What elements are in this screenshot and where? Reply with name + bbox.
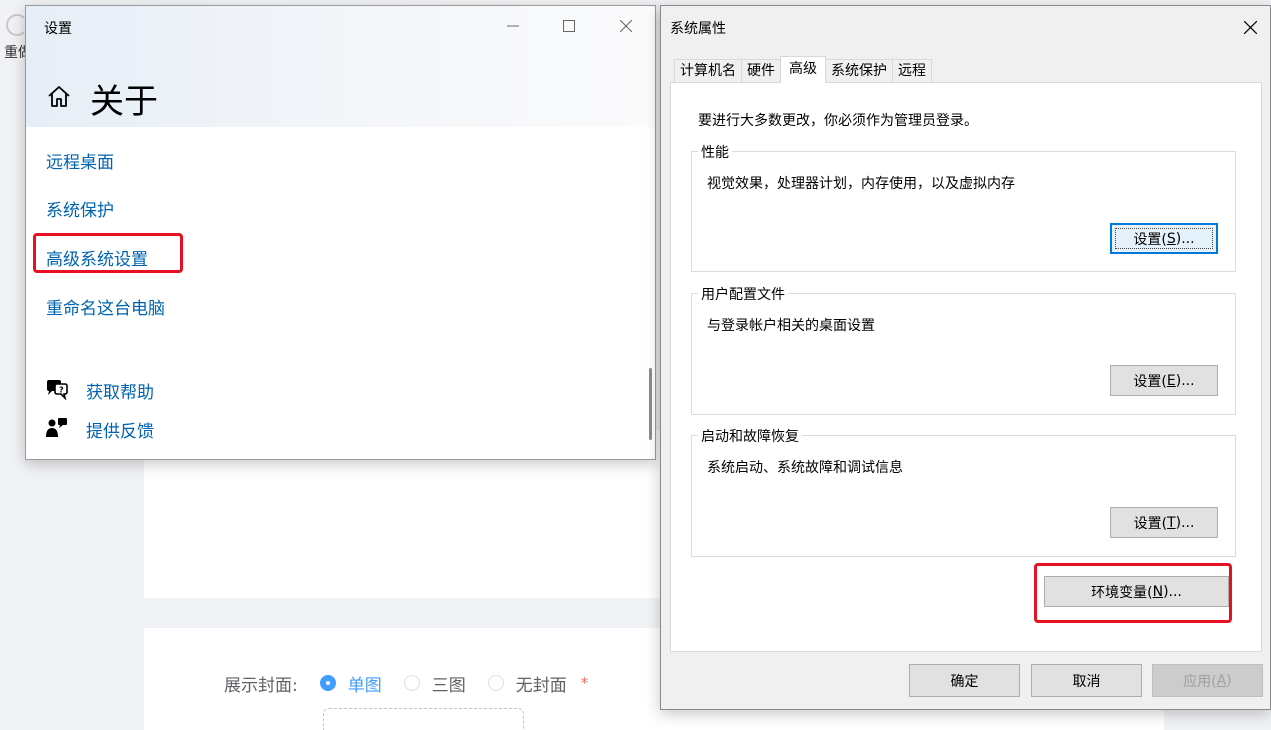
group-legend: 启动和故障恢复 (698, 426, 802, 446)
tab-strip: 计算机名 硬件 高级 系统保护 远程 (674, 56, 932, 83)
group-description: 系统启动、系统故障和调试信息 (707, 460, 903, 476)
tab-hardware[interactable]: 硬件 (741, 59, 781, 83)
startup-recovery-group: 启动和故障恢复 系统启动、系统故障和调试信息 设置(T)... (691, 426, 1236, 557)
radio-label: 无封面 (515, 675, 567, 696)
button-label-suffix: ) (1226, 672, 1232, 689)
ok-button[interactable]: 确定 (909, 664, 1020, 697)
close-icon (1243, 20, 1257, 34)
cover-option-row: 展示封面: 单图 三图 无封面 * (224, 671, 589, 696)
link-get-help[interactable]: 获取帮助 (86, 378, 154, 403)
cancel-button[interactable]: 取消 (1031, 664, 1142, 697)
link-rename-pc[interactable]: 重命名这台电脑 (46, 294, 165, 319)
radio-label: 单图 (347, 675, 382, 696)
highlight-box-environment-variables (1034, 563, 1232, 623)
minimize-icon (507, 25, 519, 27)
settings-window: 设置 关于 远程桌面 系统保护 高级系统设置 重命名这台电脑 ? 获取帮助 提供… (25, 5, 656, 460)
maximize-icon (563, 20, 575, 32)
button-label-suffix: )... (1175, 372, 1195, 389)
radio-three-images[interactable]: 三图 (403, 671, 466, 696)
admin-note: 要进行大多数更改，你必须作为管理员登录。 (698, 113, 978, 129)
apply-button[interactable]: 应用(A) (1152, 664, 1263, 697)
dialog-title: 系统属性 (670, 21, 726, 37)
button-label: 设置( (1133, 231, 1167, 248)
window-title: 设置 (44, 21, 72, 37)
group-description: 与登录帐户相关的桌面设置 (707, 318, 875, 334)
radio-unchecked-icon (487, 675, 504, 691)
radio-single-image[interactable]: 单图 (319, 671, 382, 696)
page-title: 关于 (90, 82, 158, 122)
button-label-suffix: )... (1175, 514, 1195, 531)
button-label: 设置( (1133, 373, 1167, 390)
close-button[interactable] (603, 12, 649, 40)
required-mark: * (580, 674, 589, 692)
tab-advanced[interactable]: 高级 (780, 56, 826, 83)
advanced-tab-panel: 要进行大多数更改，你必须作为管理员登录。 性能 视觉效果，处理器计划，内存使用，… (670, 82, 1262, 652)
cover-upload-box[interactable] (323, 708, 524, 730)
performance-group: 性能 视觉效果，处理器计划，内存使用，以及虚拟内存 设置(S)... (691, 142, 1236, 272)
scrollbar[interactable] (649, 368, 652, 440)
access-key: T (1167, 514, 1176, 531)
tab-computer-name[interactable]: 计算机名 (674, 59, 742, 83)
feedback-icon (45, 417, 69, 443)
access-key: E (1166, 372, 1176, 389)
minimize-button[interactable] (490, 12, 536, 40)
cover-label: 展示封面: (224, 675, 298, 696)
radio-label: 三图 (431, 675, 466, 696)
tab-remote[interactable]: 远程 (892, 59, 932, 83)
access-key: S (1166, 230, 1176, 247)
user-profiles-group: 用户配置文件 与登录帐户相关的桌面设置 设置(E)... (691, 284, 1236, 415)
button-label: 应用( (1183, 673, 1217, 690)
button-label-suffix: )... (1175, 230, 1195, 247)
radio-checked-icon (319, 675, 336, 691)
tab-system-protection[interactable]: 系统保护 (825, 59, 893, 83)
radio-no-cover[interactable]: 无封面 (487, 671, 567, 696)
startup-recovery-settings-button[interactable]: 设置(T)... (1110, 507, 1218, 538)
button-label: 设置( (1133, 515, 1168, 532)
dialog-close-button[interactable] (1233, 14, 1267, 40)
system-properties-dialog: 系统属性 计算机名 硬件 高级 系统保护 远程 要进行大多数更改，你必须作为管理… (660, 5, 1271, 710)
close-icon (620, 20, 632, 32)
get-help-icon: ? (45, 378, 69, 404)
link-remote-desktop[interactable]: 远程桌面 (46, 148, 114, 173)
group-legend: 性能 (698, 142, 732, 162)
home-icon[interactable] (46, 84, 72, 114)
link-feedback[interactable]: 提供反馈 (86, 417, 154, 442)
svg-text:?: ? (59, 386, 64, 395)
access-key: A (1216, 672, 1227, 689)
user-profiles-settings-button[interactable]: 设置(E)... (1110, 365, 1218, 396)
background-edge-text: 重做 (4, 45, 26, 61)
performance-settings-button[interactable]: 设置(S)... (1110, 223, 1218, 254)
group-legend: 用户配置文件 (698, 284, 788, 304)
highlight-box-advanced-settings (33, 233, 183, 273)
radio-unchecked-icon (403, 675, 420, 691)
link-system-protection[interactable]: 系统保护 (46, 196, 114, 221)
group-description: 视觉效果，处理器计划，内存使用，以及虚拟内存 (707, 176, 1015, 192)
maximize-button[interactable] (546, 12, 592, 40)
